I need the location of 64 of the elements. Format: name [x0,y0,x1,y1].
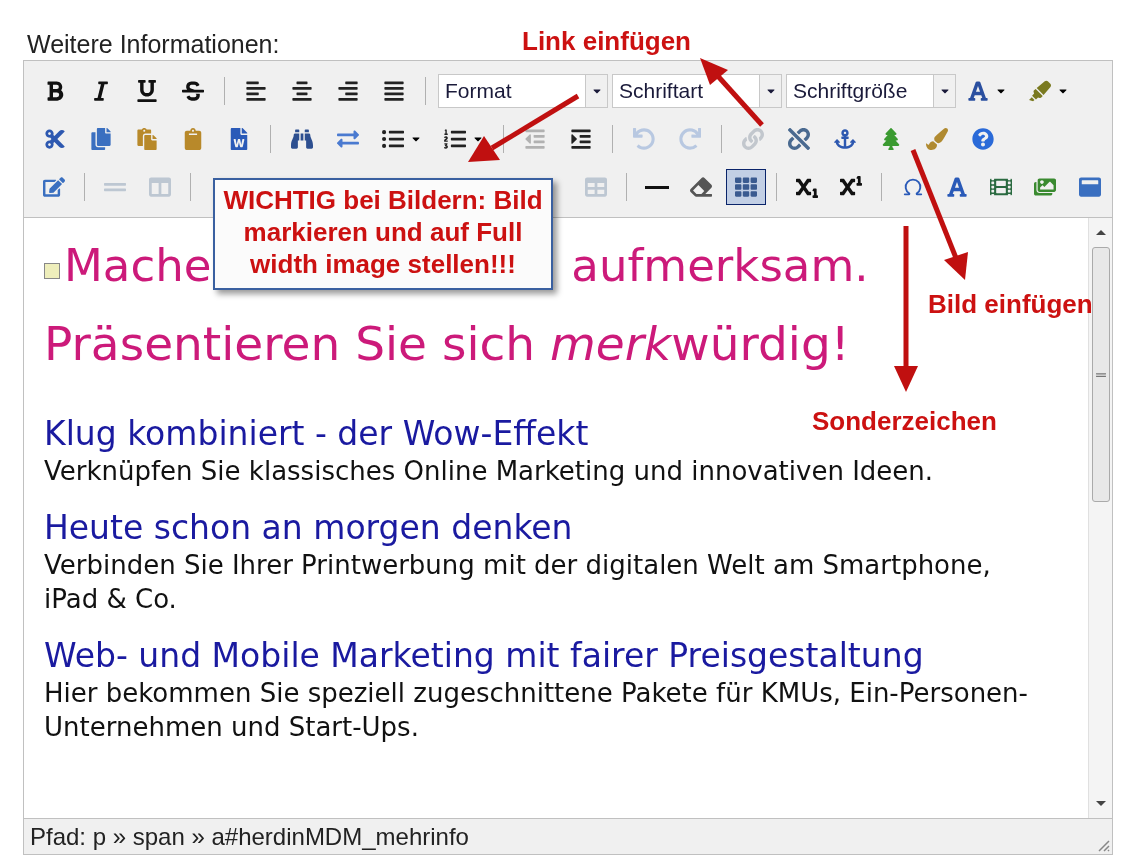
annotation-label: Bild einfügen [928,288,1093,321]
field-label: Weitere Informationen: [27,29,280,60]
replace-icon [337,128,359,150]
eraser-icon [690,176,713,198]
outdent-icon [524,128,546,150]
clipboard-icon [136,128,158,150]
scroll-down-icon[interactable] [1095,801,1106,806]
element-path: Pfad: p » span » a#herdinMDM_mehrinfo [30,821,470,852]
table-grid-icon [734,176,757,198]
table-column-icon [148,176,171,198]
section-title: Klug kombiniert - der Wow-Effekt [44,414,589,454]
superscript-icon [840,176,863,198]
resize-grip-icon[interactable] [1096,838,1110,852]
images-icon [1034,176,1057,198]
heading-text: aufmerksam. [571,238,869,294]
help-icon [972,128,994,150]
tree-picture-icon [880,128,902,150]
clipboard-text-icon [182,128,204,150]
subscript-icon [796,176,819,198]
styles-icon [945,176,968,198]
align-right-icon [337,80,359,102]
copy-icon [90,128,112,150]
annotation-label: Sonderzeichen [812,405,997,438]
font-color-icon [967,80,989,102]
dropdown-select[interactable]: Schriftgröße [786,74,956,108]
section-title: Heute schon an morgen denken [44,508,573,548]
section-text: Hier bekommen Sie speziell zugeschnittene Pakete für KMUs, Ein-Personen-Unternehmen und Start-Ups. [44,677,1029,744]
align-left-icon [245,80,267,102]
annotation-label: Link einfügen [522,25,691,58]
anchor-marker-icon [44,263,60,279]
scissors-icon [44,128,66,150]
omega-icon [901,176,924,198]
callout-note: WICHTIG bei Bildern: Bild markieren und auf Full width image stellen!!! [213,178,553,290]
section-text: Verknüpfen Sie klassisches Online Marketing und innovativen Ideen. [44,455,935,488]
heading-text: Präsentieren Sie sich merkwürdig! [44,316,850,372]
align-center-icon [291,80,313,102]
template-icon [1078,176,1101,198]
numbered-list-icon [444,128,466,150]
table-cell-icon [584,176,607,198]
dropdown-select[interactable]: Schriftart [612,74,782,108]
scroll-up-icon[interactable] [1095,230,1106,235]
anchor-icon [834,128,856,150]
binoculars-icon [291,128,313,150]
paintbrush-icon [926,128,948,150]
section-title: Web- und Mobile Marketing mit fairer Preisgestaltung [44,636,924,676]
horizontal-line-icon [645,185,670,189]
undo-icon [633,128,655,150]
heading-text: Mache [64,238,212,294]
section-text: Verbinden Sie Ihrer Printwerbung mit der digitalen Welt am Smartphone, iPad & Co. [44,549,992,616]
toolbar-button[interactable] [725,169,766,205]
film-icon [990,176,1013,198]
highlighter-icon [1029,80,1051,102]
table-edit-icon [43,176,66,198]
word-document-icon [228,128,250,150]
strikethrough-icon [182,80,204,102]
bullet-list-icon [382,128,404,150]
underline-icon [136,80,158,102]
redo-icon [679,128,701,150]
scroll-thumb[interactable] [1091,247,1110,502]
indent-icon [570,128,592,150]
link-icon [742,128,764,150]
unlink-icon [788,128,810,150]
align-justify-icon [383,80,405,102]
dropdown-select[interactable]: Format [438,74,608,108]
